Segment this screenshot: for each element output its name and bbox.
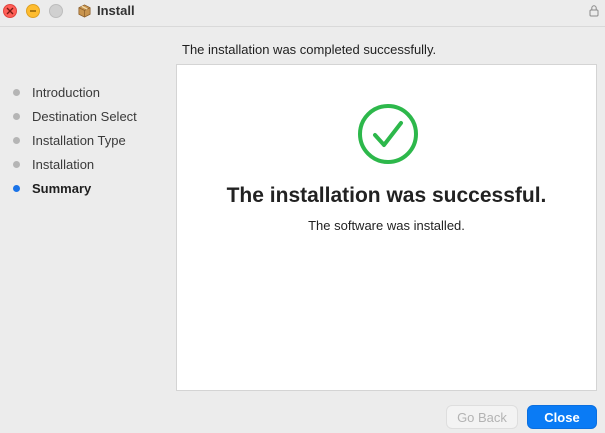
step-dot-icon [13, 89, 20, 96]
step-installation-type: Installation Type [0, 130, 170, 150]
completion-message: The installation was completed successfu… [182, 42, 437, 57]
step-dot-icon [13, 137, 20, 144]
close-window-button[interactable] [3, 4, 17, 18]
step-installation: Installation [0, 154, 170, 174]
step-label: Installation Type [32, 133, 126, 148]
step-dot-icon [13, 161, 20, 168]
zoom-window-button[interactable] [49, 4, 63, 18]
step-destination-select: Destination Select [0, 106, 170, 126]
step-label: Destination Select [32, 109, 137, 124]
package-icon [78, 4, 91, 18]
summary-panel: The installation was successful. The sof… [176, 64, 597, 391]
success-subtitle: The software was installed. [308, 218, 465, 233]
minimize-icon [30, 10, 36, 12]
go-back-button[interactable]: Go Back [446, 405, 518, 429]
close-button[interactable]: Close [527, 405, 597, 429]
minimize-window-button[interactable] [26, 4, 40, 18]
step-dot-icon [13, 185, 20, 192]
window-title: Install [97, 3, 135, 18]
step-label: Installation [32, 157, 95, 172]
lock-icon [589, 5, 599, 17]
title-separator [0, 26, 605, 27]
step-dot-icon [13, 113, 20, 120]
step-label: Summary [32, 181, 92, 196]
close-icon [6, 7, 14, 15]
step-summary: Summary [0, 178, 170, 198]
title-bar: Install [0, 0, 605, 24]
check-circle-icon [358, 104, 418, 164]
step-introduction: Introduction [0, 82, 170, 102]
success-title: The installation was successful. [226, 184, 547, 207]
step-label: Introduction [32, 85, 100, 100]
